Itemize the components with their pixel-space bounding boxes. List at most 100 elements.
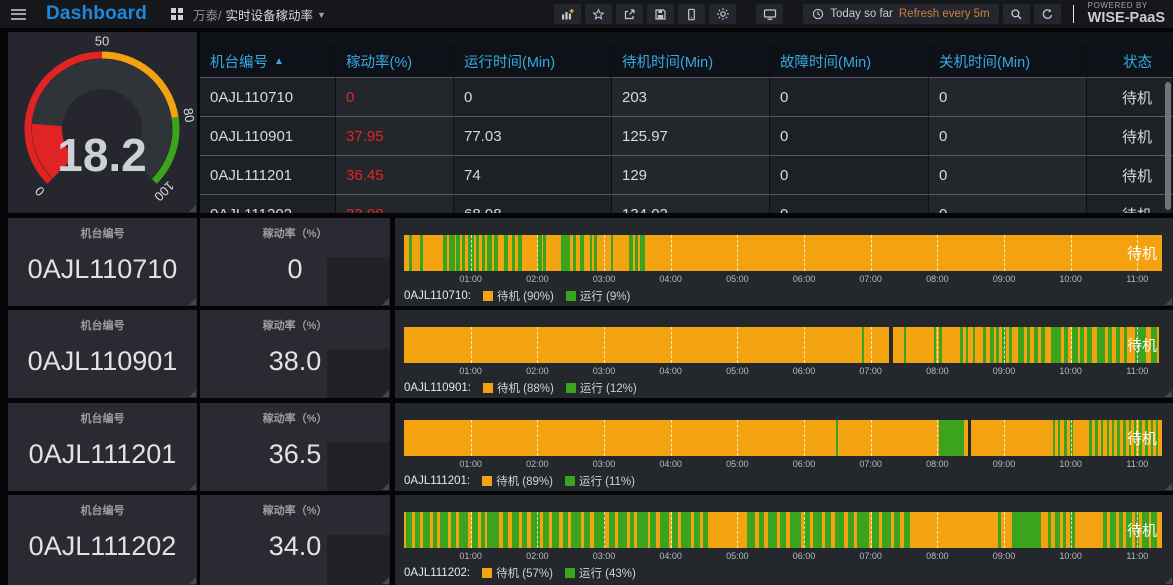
add-panel-button[interactable]: [554, 4, 582, 24]
legend-item[interactable]: 待机 (88%): [482, 380, 554, 396]
kiosk-mode-button[interactable]: [756, 4, 784, 24]
legend-machine-id: 0AJL111202:: [404, 567, 471, 579]
panel-resize-handle[interactable]: [1165, 577, 1172, 584]
state-timeline-panel: 待机 01:00 02:00 03:00 04:00 05:00 06:00 07:00 08:…: [395, 310, 1173, 398]
run-segment: [1008, 327, 1012, 363]
panel-resize-handle[interactable]: [1165, 483, 1172, 490]
legend-item[interactable]: 运行 (9%): [565, 288, 631, 304]
hour-gridline: [470, 420, 472, 456]
run-segment: [1011, 512, 1042, 548]
hour-gridline: [937, 512, 939, 548]
legend-item[interactable]: 待机 (89%): [482, 473, 553, 489]
share-button[interactable]: [616, 4, 644, 24]
time-range-picker[interactable]: Today so far Refresh every 5m: [803, 4, 999, 24]
hour-label: 04:00: [659, 366, 682, 376]
breadcrumb-page: 实时设备稼动率: [225, 8, 314, 23]
panel-resize-handle[interactable]: [1165, 298, 1172, 305]
run-segment: [825, 512, 831, 548]
timeline-bar: 待机: [404, 327, 1162, 363]
run-segment: [1080, 327, 1084, 363]
legend-item[interactable]: 运行 (12%): [565, 380, 637, 396]
legend-item[interactable]: 运行 (11%): [564, 473, 635, 489]
hour-label: 07:00: [859, 366, 882, 376]
panel-resize-handle[interactable]: [382, 298, 389, 305]
panel-resize-handle[interactable]: [382, 390, 389, 397]
run-segment: [419, 235, 423, 271]
legend-swatch: [482, 383, 493, 393]
current-state-label: 待机: [1126, 522, 1157, 540]
table-cell: 0: [770, 78, 929, 117]
run-segment: [610, 235, 614, 271]
powered-by-brand: POWERED BY WISE-PaaS: [1088, 2, 1165, 26]
brand-label: WISE-PaaS: [1087, 10, 1165, 27]
run-segment: [481, 512, 486, 548]
gauge-chart: 0508010018.2: [24, 34, 197, 204]
run-segment: [881, 512, 891, 548]
refresh-button[interactable]: [1033, 4, 1061, 24]
run-segment: [804, 512, 811, 548]
run-segment: [482, 235, 485, 271]
run-segment: [813, 512, 823, 548]
run-segment: [939, 327, 942, 363]
run-segment: [1106, 420, 1110, 456]
legend-label: 待机 (88%): [496, 383, 554, 395]
hour-label: 11:00: [1126, 459, 1149, 469]
table-scrollbar[interactable]: [1165, 82, 1171, 210]
hour-label: 02:00: [526, 551, 549, 561]
table-cell: 0: [929, 78, 1087, 117]
table-header-cell[interactable]: 机台编号 ▲: [200, 45, 336, 78]
run-segment: [1095, 420, 1098, 456]
machine-id-value: 0AJL110901: [27, 346, 178, 376]
run-segment: [1050, 327, 1062, 363]
run-segment: [518, 235, 523, 271]
legend-item[interactable]: 运行 (43%): [564, 565, 636, 581]
legend-label: 运行 (9%): [579, 291, 631, 303]
panel-resize-handle[interactable]: [189, 298, 196, 305]
panel-resize-handle[interactable]: [382, 577, 389, 584]
legend-swatch: [565, 291, 576, 301]
table-cell: 0: [929, 195, 1087, 213]
legend-item[interactable]: 待机 (57%): [482, 565, 553, 581]
menu-icon[interactable]: [11, 8, 26, 20]
table-header-cell[interactable]: 关机时间(Min): [929, 45, 1087, 78]
run-segment: [872, 512, 879, 548]
table-header-cell[interactable]: 稼动率(%): [336, 45, 454, 78]
hour-gridline: [537, 327, 539, 363]
table-cell: 203: [612, 78, 770, 117]
run-segment: [672, 512, 678, 548]
settings-button[interactable]: [709, 4, 737, 24]
table-cell: 0: [929, 117, 1087, 156]
run-segment: [983, 327, 987, 363]
save-button[interactable]: [647, 4, 675, 24]
panel-resize-handle[interactable]: [189, 390, 196, 397]
run-segment: [1102, 512, 1107, 548]
zoom-out-button[interactable]: [1002, 4, 1030, 24]
time-range-label: Today so far: [830, 8, 893, 20]
panel-resize-handle[interactable]: [1165, 390, 1172, 397]
star-button[interactable]: [585, 4, 613, 24]
breadcrumb[interactable]: 万泰/ 实时设备稼动率 ▼: [193, 5, 326, 24]
run-segment: [650, 512, 657, 548]
panel-resize-handle[interactable]: [189, 577, 196, 584]
hour-gridline: [1003, 327, 1005, 363]
table-header-cell[interactable]: 故障时间(Min): [770, 45, 929, 78]
panel-resize-handle[interactable]: [189, 205, 196, 212]
hour-label: 02:00: [526, 274, 549, 284]
panel-resize-handle[interactable]: [382, 483, 389, 490]
panel-resize-handle[interactable]: [189, 483, 196, 490]
table-header-cell[interactable]: 状态: [1087, 45, 1173, 78]
dashboards-grid-icon[interactable]: [171, 8, 184, 20]
legend-item[interactable]: 待机 (90%): [482, 288, 554, 304]
run-segment: [1071, 327, 1078, 363]
mobile-button[interactable]: [678, 4, 706, 24]
run-segment: [693, 512, 701, 548]
hour-gridline: [670, 327, 672, 363]
run-segment: [836, 420, 838, 456]
refresh-icon: [1042, 8, 1052, 19]
utilization-rate-panel: 稼动率（%） 34.0: [200, 495, 390, 585]
hour-label: 06:00: [792, 366, 816, 376]
table-header-cell[interactable]: 待机时间(Min): [612, 45, 770, 78]
hour-label: 05:00: [726, 459, 749, 469]
table-header-cell[interactable]: 运行时间(Min): [454, 45, 612, 78]
legend-label: 待机 (90%): [496, 291, 554, 303]
